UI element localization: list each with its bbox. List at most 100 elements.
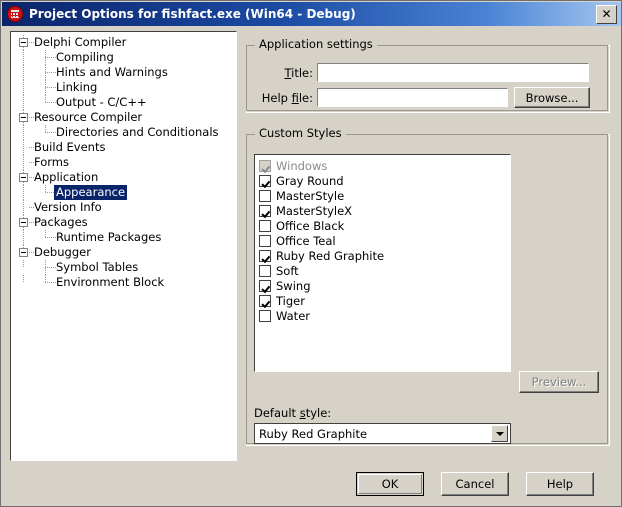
default-style-value: Ruby Red Graphite <box>259 426 368 441</box>
checkbox-icon[interactable] <box>259 174 271 187</box>
tree-connector-line <box>23 230 24 245</box>
checkbox-icon[interactable] <box>259 294 271 307</box>
style-label: Tiger <box>276 293 305 308</box>
checkbox-icon[interactable] <box>259 249 271 262</box>
tree-connector-line <box>45 102 56 103</box>
tree-connector-line <box>23 185 24 200</box>
tree-connector-line <box>45 132 56 133</box>
style-label: Office Teal <box>276 233 336 248</box>
tree-item-label: Linking <box>56 80 98 94</box>
options-tree[interactable]: Delphi Compiler Compiling Hints and Warnin… <box>10 31 237 461</box>
tree-item-symbol-tables[interactable]: Symbol Tables <box>11 260 236 275</box>
tree-collapse-icon[interactable] <box>19 113 28 122</box>
tree-item-label: Environment Block <box>56 275 165 289</box>
close-icon: ✕ <box>601 7 612 21</box>
style-checkbox-row[interactable]: Gray Round <box>259 173 510 188</box>
style-label: Office Black <box>276 218 345 233</box>
style-label: Ruby Red Graphite <box>276 248 385 263</box>
style-checkbox-row: Windows <box>259 158 510 173</box>
custom-styles-checklist[interactable]: Windows Gray Round MasterStyle MasterStyleX… <box>254 154 511 372</box>
delphi-app-icon <box>7 6 23 22</box>
style-checkbox-row[interactable]: Ruby Red Graphite <box>259 248 510 263</box>
tree-item-hints-and-warnings[interactable]: Hints and Warnings <box>11 65 236 80</box>
checkbox-icon[interactable] <box>259 189 271 202</box>
tree-item-label: Resource Compiler <box>34 110 143 124</box>
tree-connector-line <box>23 125 24 140</box>
tree-connector-line <box>23 140 24 155</box>
style-label: Windows <box>276 158 328 173</box>
application-settings-title: Application settings <box>255 38 377 51</box>
tree-connector-line <box>23 275 24 283</box>
style-label: Swing <box>276 278 311 293</box>
tree-item-compiling[interactable]: Compiling <box>11 50 236 65</box>
help-button[interactable]: Help <box>526 472 594 496</box>
tree-item-runtime-packages[interactable]: Runtime Packages <box>11 230 236 245</box>
tree-item-output-c-c[interactable]: Output - C/C++ <box>11 95 236 110</box>
style-checkbox-row[interactable]: Water <box>259 308 510 323</box>
tree-connector-line <box>23 155 24 170</box>
help-file-input[interactable] <box>316 87 509 108</box>
checkbox-icon[interactable] <box>259 264 271 277</box>
title-field-label: Title: <box>284 66 313 80</box>
title-bar: Project Options for fishfact.exe (Win64 … <box>2 2 621 26</box>
checkbox-icon[interactable] <box>259 219 271 232</box>
default-style-combobox[interactable]: Ruby Red Graphite <box>254 423 511 444</box>
default-style-label: Default style: <box>254 406 332 420</box>
tree-collapse-icon[interactable] <box>19 248 28 257</box>
tree-item-debugger[interactable]: Debugger <box>11 245 236 260</box>
style-checkbox-row[interactable]: MasterStyleX <box>259 203 510 218</box>
browse-button[interactable]: Browse... <box>514 87 590 108</box>
style-checkbox-row[interactable]: MasterStyle <box>259 188 510 203</box>
checkbox-icon[interactable] <box>259 279 271 292</box>
tree-item-label: Directories and Conditionals <box>56 125 219 139</box>
tree-collapse-icon[interactable] <box>19 173 28 182</box>
style-checkbox-row[interactable]: Swing <box>259 278 510 293</box>
tree-connector-line <box>23 65 24 80</box>
style-checkbox-row[interactable]: Tiger <box>259 293 510 308</box>
title-input[interactable] <box>316 62 590 83</box>
project-options-dialog: Project Options for fishfact.exe (Win64 … <box>0 0 622 507</box>
tree-item-label: Application <box>34 170 99 184</box>
tree-item-label: Packages <box>34 215 88 229</box>
close-button[interactable]: ✕ <box>596 4 617 24</box>
tree-item-label: Compiling <box>56 50 114 64</box>
tree-item-label: Forms <box>34 155 69 169</box>
tree-item-label: Debugger <box>34 245 91 259</box>
checkbox-icon[interactable] <box>259 309 271 322</box>
tree-connector-line <box>45 72 56 73</box>
tree-collapse-icon[interactable] <box>19 218 28 227</box>
tree-collapse-icon[interactable] <box>19 38 28 47</box>
tree-connector-line <box>45 87 56 88</box>
tree-item-environment-block[interactable]: Environment Block <box>11 275 236 290</box>
tree-item-resource-compiler[interactable]: Resource Compiler <box>11 110 236 125</box>
style-label: MasterStyleX <box>276 203 353 218</box>
tree-item-application[interactable]: Application <box>11 170 236 185</box>
tree-connector-line <box>23 200 24 215</box>
tree-item-build-events[interactable]: Build Events <box>11 140 236 155</box>
ok-button[interactable]: OK <box>356 472 424 496</box>
tree-item-forms[interactable]: Forms <box>11 155 236 170</box>
tree-item-delphi-compiler[interactable]: Delphi Compiler <box>11 35 236 50</box>
preview-button[interactable]: Preview... <box>519 371 599 393</box>
style-checkbox-row[interactable]: Office Black <box>259 218 510 233</box>
style-checkbox-row[interactable]: Office Teal <box>259 233 510 248</box>
tree-item-linking[interactable]: Linking <box>11 80 236 95</box>
tree-item-packages[interactable]: Packages <box>11 215 236 230</box>
tree-item-version-info[interactable]: Version Info <box>11 200 236 215</box>
tree-connector-line <box>45 237 56 238</box>
style-label: Water <box>276 308 310 323</box>
tree-connector-line <box>23 95 24 110</box>
tree-item-label: Runtime Packages <box>56 230 162 244</box>
tree-connector-line <box>23 80 24 95</box>
cancel-button[interactable]: Cancel <box>441 472 509 496</box>
tree-connector-line <box>45 57 56 58</box>
style-checkbox-row[interactable]: Soft <box>259 263 510 278</box>
tree-item-label: Build Events <box>34 140 106 154</box>
tree-item-directories-and-conditionals[interactable]: Directories and Conditionals <box>11 125 236 140</box>
checkbox-icon[interactable] <box>259 204 271 217</box>
tree-connector-line <box>23 260 24 268</box>
tree-item-appearance[interactable]: Appearance <box>11 185 236 200</box>
checkbox-icon[interactable] <box>259 234 271 247</box>
chevron-down-icon[interactable] <box>491 425 508 442</box>
style-label: MasterStyle <box>276 188 345 203</box>
